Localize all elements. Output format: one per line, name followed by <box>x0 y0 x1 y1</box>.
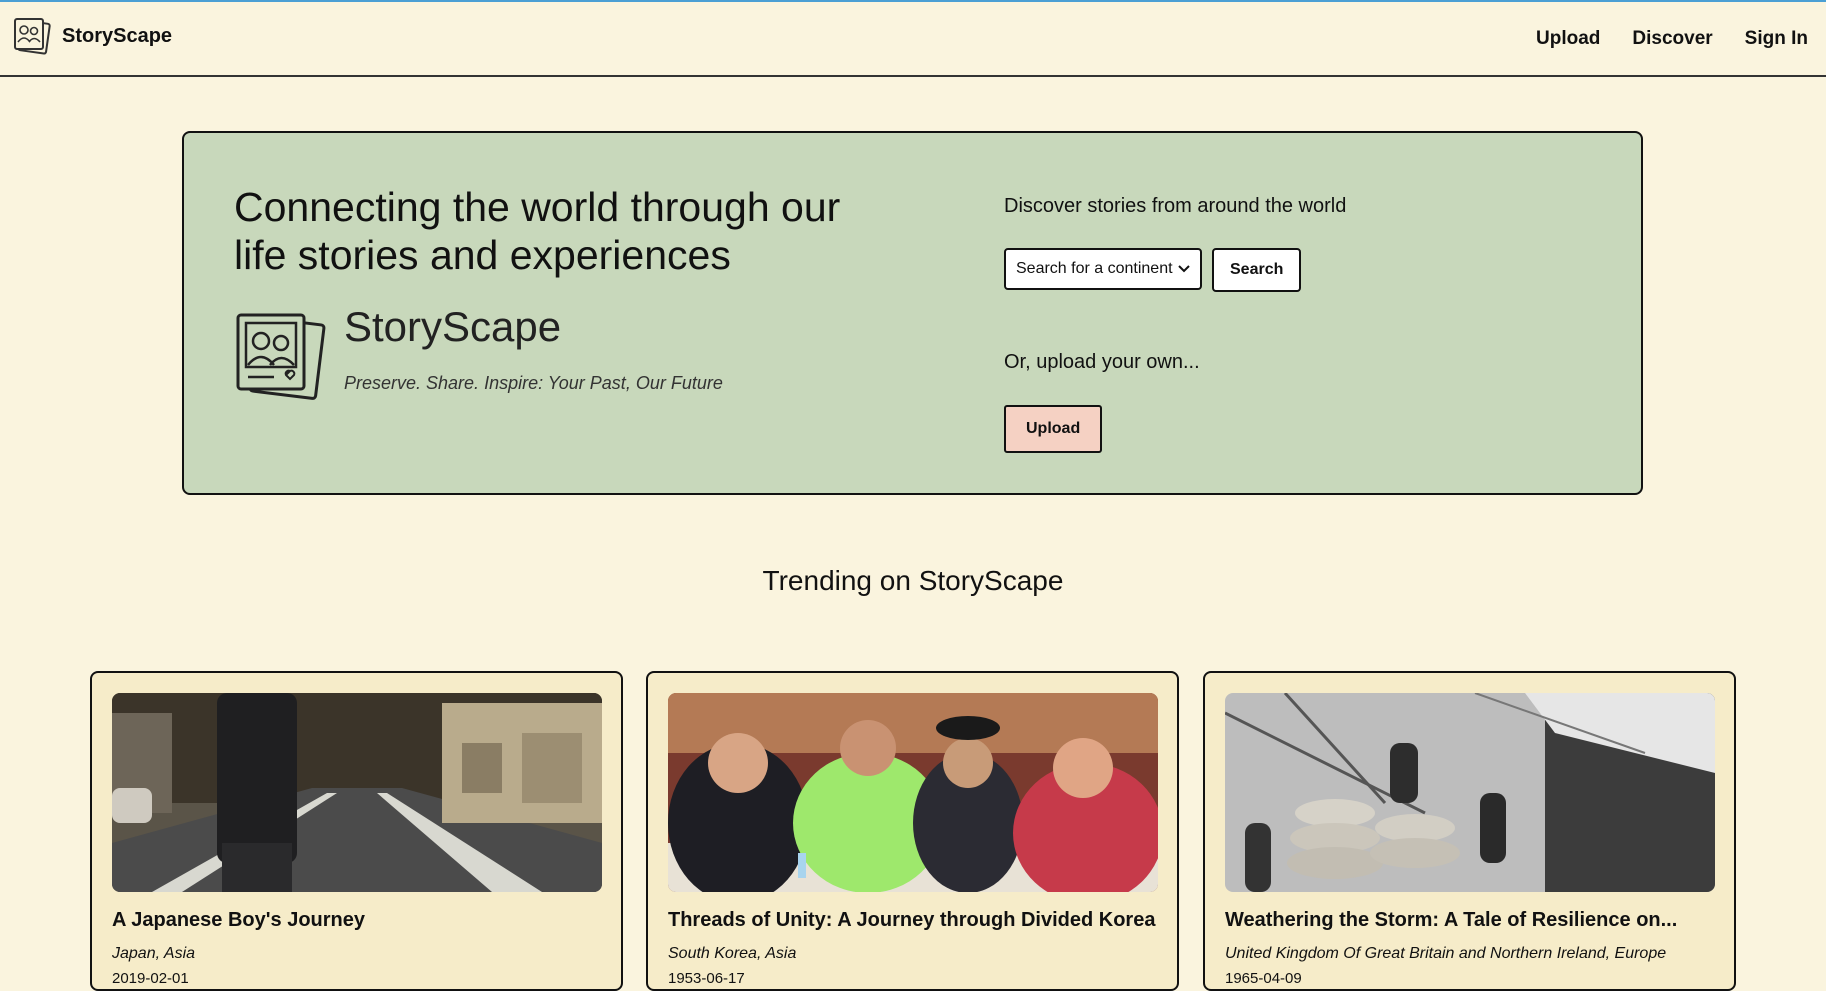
nav-sign-in-link[interactable]: Sign In <box>1745 28 1808 50</box>
story-card[interactable]: Threads of Unity: A Journey through Divi… <box>646 671 1179 991</box>
brand-home-link[interactable]: StoryScape <box>12 16 172 56</box>
trending-title: Trending on StoryScape <box>762 565 1064 596</box>
story-card-date: 1965-04-09 <box>1225 970 1302 987</box>
story-card-image[interactable] <box>1225 693 1715 892</box>
dock-workers-photo <box>1225 693 1715 892</box>
chevron-down-icon <box>1178 265 1190 273</box>
nav-discover-link[interactable]: Discover <box>1632 28 1712 50</box>
photo-frames-logo-icon <box>236 313 326 400</box>
hero-logo-text: StoryScape Preserve. Share. Inspire: You… <box>344 303 723 394</box>
story-card-title[interactable]: Threads of Unity: A Journey through Divi… <box>668 909 1158 932</box>
top-navigation-bar: StoryScape Upload Discover Sign In <box>0 2 1826 77</box>
continent-select-value: Search for a continent <box>1016 260 1173 277</box>
hero-panel: Connecting the world through our life st… <box>182 131 1643 495</box>
story-card-date: 2019-02-01 <box>112 970 189 987</box>
search-button[interactable]: Search <box>1212 248 1302 292</box>
main-nav: Upload Discover Sign In <box>1536 28 1808 50</box>
city-street-photo <box>112 693 602 892</box>
search-row: Search for a continent Search <box>1004 248 1302 292</box>
nav-upload-link[interactable]: Upload <box>1536 28 1600 50</box>
story-card-location: Japan, Asia <box>112 945 196 962</box>
story-card-image[interactable] <box>112 693 602 892</box>
story-card-location: South Korea, Asia <box>668 945 797 962</box>
upload-button[interactable]: Upload <box>1004 405 1103 453</box>
story-card-location: United Kingdom Of Great Britain and Nort… <box>1225 945 1667 962</box>
story-card[interactable]: Weathering the Storm: A Tale of Resilien… <box>1203 671 1736 991</box>
hero-logo-name: StoryScape <box>344 303 562 350</box>
hero-logo: StoryScape Preserve. Share. Inspire: You… <box>234 303 723 403</box>
family-reunion-photo <box>668 693 1158 892</box>
discover-label: Discover stories from around the world <box>1004 195 1347 217</box>
hero-tagline: Preserve. Share. Inspire: Your Past, Our… <box>344 373 723 393</box>
upload-label: Or, upload your own... <box>1004 351 1200 373</box>
brand-name: StoryScape <box>62 24 173 47</box>
photo-frames-logo-icon <box>14 18 51 55</box>
story-card-date: 1953-06-17 <box>668 970 745 987</box>
story-card-title[interactable]: A Japanese Boy's Journey <box>112 909 602 932</box>
continent-select[interactable]: Search for a continent <box>1004 248 1202 290</box>
hero-title: Connecting the world through our life st… <box>234 184 841 278</box>
story-card-title[interactable]: Weathering the Storm: A Tale of Resilien… <box>1225 909 1715 932</box>
story-card-image[interactable] <box>668 693 1158 892</box>
story-card[interactable]: A Japanese Boy's Journey Japan, Asia 201… <box>90 671 623 991</box>
